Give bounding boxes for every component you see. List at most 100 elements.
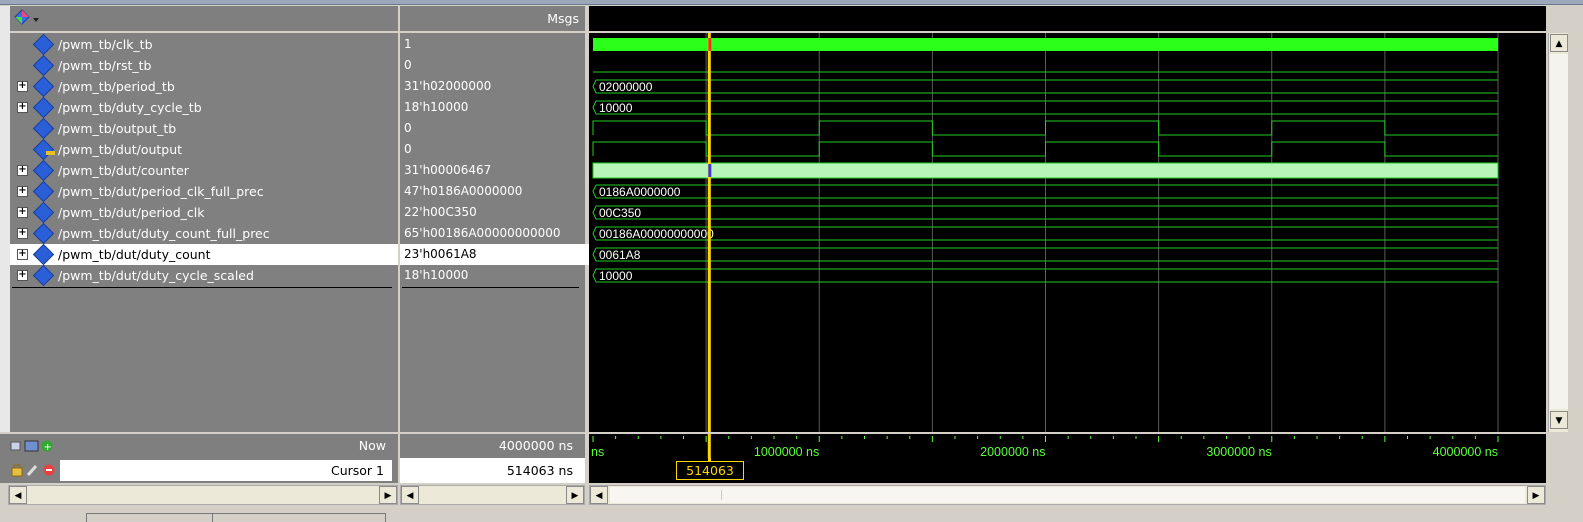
values-hscroll[interactable]: ◀ ▶ [400, 485, 585, 505]
bus-value: 00C350 [599, 206, 641, 220]
expand-icon[interactable]: + [17, 165, 28, 176]
signal-row[interactable]: + /pwm_tb/duty_cycle_tb [10, 96, 398, 119]
signal-name: /pwm_tb/dut/counter [58, 163, 189, 178]
names-hscroll[interactable]: ◀ ▶ [8, 485, 398, 505]
wave-pane[interactable]: 02000000 10000 0186A0000000 00C350 00186A000… [589, 33, 1546, 432]
signal-row[interactable]: + /pwm_tb/dut/duty_count_full_prec [10, 222, 398, 245]
input-diamond-icon [32, 222, 55, 245]
expand-icon[interactable]: + [17, 186, 28, 197]
signal-row[interactable]: + /pwm_tb/dut/period_clk_full_prec [10, 180, 398, 203]
expand-icon[interactable]: + [17, 270, 28, 281]
cursor-value-cell: 514063 ns [400, 458, 585, 483]
signal-row[interactable]: /pwm_tb/output_tb [10, 117, 398, 140]
signal-name: /pwm_tb/duty_cycle_tb [58, 100, 202, 115]
svg-text:+: + [44, 442, 52, 453]
waveform-canvas[interactable]: 02000000 10000 0186A0000000 00C350 00186A000… [589, 33, 1546, 432]
input-diamond-icon [32, 54, 55, 77]
wave-header [589, 6, 1546, 31]
signal-value: 65'h00186A00000000000 [404, 226, 561, 240]
wave-scroll-right[interactable]: ▶ [1527, 486, 1545, 504]
values-pane: 1 0 31'h02000000 18'h10000 0 0 31'h00006467 47'… [400, 33, 589, 432]
wave-tab[interactable] [86, 513, 386, 522]
now-value: 4000000 ns [498, 438, 573, 453]
msgs-header: Msgs [400, 6, 585, 31]
tab-divider [212, 513, 213, 522]
timeline-ruler: ns 1000000 ns 2000000 ns 3000000 ns 4000000 … [589, 434, 1546, 459]
wave-scroll-thumb[interactable] [610, 487, 1525, 503]
insertion-line-values [402, 287, 579, 288]
value-list: 1 0 31'h02000000 18'h10000 0 0 31'h00006467 47'… [400, 33, 589, 432]
cursor-marker-counter [708, 164, 712, 177]
now-label: Now [358, 438, 386, 453]
signal-row[interactable]: /pwm_tb/dut/output [10, 138, 398, 161]
input-diamond-icon [32, 243, 55, 266]
names-scroll-right[interactable]: ▶ [379, 486, 397, 504]
signal-row[interactable]: /pwm_tb/clk_tb [10, 33, 398, 56]
ruler-tick-label: 4000000 ns [1433, 445, 1498, 458]
signal-value: 23'h0061A8 [400, 244, 589, 265]
vertical-scrollbar[interactable]: ▲ ▼ [1548, 33, 1568, 432]
input-diamond-icon [32, 33, 55, 56]
signal-names-pane: /pwm_tb/clk_tb/pwm_tb/rst_tb + /pwm_tb/per… [10, 33, 398, 432]
scroll-cursor-mark [721, 490, 722, 500]
expand-icon[interactable]: + [17, 207, 28, 218]
signal-name: /pwm_tb/clk_tb [58, 37, 153, 52]
output-diamond-icon [32, 138, 55, 161]
signal-value: 47'h0186A0000000 [404, 184, 523, 198]
values-scroll-right[interactable]: ▶ [566, 486, 584, 504]
bus-value: 10000 [599, 269, 633, 283]
lock-icon [11, 467, 23, 477]
signal-list: /pwm_tb/clk_tb/pwm_tb/rst_tb + /pwm_tb/per… [10, 33, 398, 432]
clk-wave [593, 38, 1498, 51]
expand-icon[interactable]: + [17, 102, 28, 113]
zoom-icon [10, 441, 21, 451]
wave-toolbar-glyph [14, 9, 39, 25]
wave-scroll-left[interactable]: ◀ [590, 486, 608, 504]
cursor-value: 514063 ns [506, 463, 573, 478]
signal-value: 18'h10000 [404, 100, 469, 114]
cursor-name-box[interactable]: Cursor 1 [60, 460, 392, 481]
expand-icon[interactable]: + [17, 81, 28, 92]
window-top-strip [0, 0, 1583, 5]
cursor-marker-clk [708, 38, 712, 51]
signal-row[interactable]: + /pwm_tb/dut/period_clk [10, 201, 398, 224]
names-scroll-left[interactable]: ◀ [9, 486, 27, 504]
signal-value: 18'h10000 [404, 268, 469, 282]
expand-icon[interactable]: + [17, 249, 28, 260]
cursor-flag-row: 514063 ns [589, 458, 1546, 495]
now-value-cell: 4000000 ns [400, 434, 585, 458]
counter-wave [592, 162, 1499, 179]
scroll-up-button[interactable]: ▲ [1550, 34, 1568, 52]
wave-toolbar-icon[interactable] [14, 9, 40, 27]
signal-value: 0 [404, 142, 412, 156]
left-margin [0, 6, 10, 432]
signal-row[interactable]: + /pwm_tb/dut/counter [10, 159, 398, 182]
signal-pane-header [10, 6, 398, 31]
wave-hscroll[interactable]: ◀ ▶ [589, 485, 1546, 505]
dut-output-wave [592, 141, 1498, 157]
signal-row[interactable]: + /pwm_tb/dut/duty_count [10, 243, 398, 266]
signal-value: 31'h02000000 [404, 79, 492, 93]
input-diamond-icon [32, 96, 55, 119]
signal-value: 22'h00C350 [404, 205, 477, 219]
signal-value: 0 [404, 58, 412, 72]
bus-value: 0061A8 [599, 248, 641, 262]
signal-name: /pwm_tb/output_tb [58, 121, 177, 136]
signal-name: /pwm_tb/rst_tb [58, 58, 152, 73]
signal-row[interactable]: + /pwm_tb/period_tb [10, 75, 398, 98]
scroll-down-button[interactable]: ▼ [1550, 411, 1568, 429]
ruler-tick-label: 3000000 ns [1206, 445, 1271, 458]
screen-icon [24, 440, 39, 452]
input-diamond-icon [32, 159, 55, 182]
expand-icon[interactable]: + [17, 228, 28, 239]
values-scroll-left[interactable]: ◀ [401, 486, 419, 504]
signal-name: /pwm_tb/dut/period_clk [58, 205, 205, 220]
signal-row[interactable]: + /pwm_tb/dut/duty_cycle_scaled [10, 264, 398, 287]
signal-name: /pwm_tb/dut/duty_cycle_scaled [58, 268, 254, 283]
cursor-flag[interactable]: 514063 ns [676, 461, 744, 495]
signal-value: 31'h00006467 [404, 163, 492, 177]
now-row-left: + Now [0, 434, 398, 458]
cursor-label: Cursor 1 [330, 463, 384, 478]
signal-row[interactable]: /pwm_tb/rst_tb [10, 54, 398, 77]
scroll-thumb[interactable] [1550, 54, 1568, 409]
